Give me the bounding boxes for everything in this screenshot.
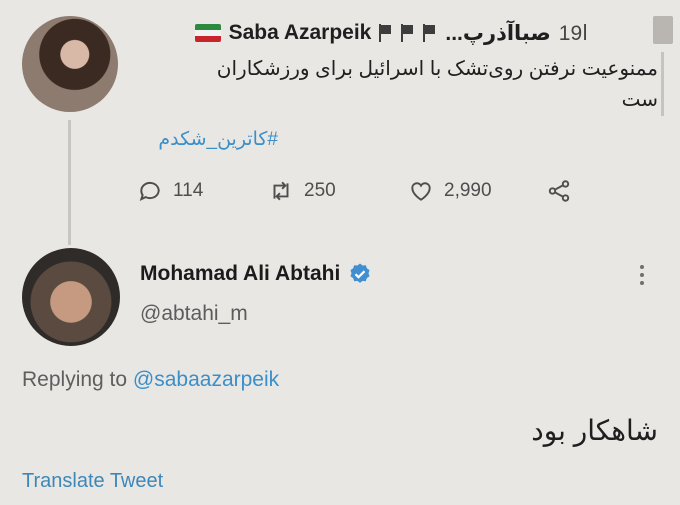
translate-tweet-link[interactable]: Translate Tweet — [22, 470, 163, 493]
more-icon[interactable] — [640, 265, 646, 285]
like-action[interactable]: 2,990 — [408, 176, 492, 206]
replying-prefix: Replying to — [22, 368, 128, 391]
tweet1-rank: 19ا — [558, 21, 588, 45]
reply-icon — [139, 181, 160, 201]
tweet1-text: ممنوعیت نرفتن روی‌تشک با اسرائیل برای ور… — [138, 54, 658, 116]
tweet2-author[interactable]: Mohamad Ali Abtahi — [140, 262, 372, 286]
replying-mention[interactable]: @sabaazarpeik — [133, 368, 279, 391]
tweet1-persian-name: صباآذرپ... — [445, 21, 551, 45]
retweet-icon — [273, 181, 289, 201]
share-action[interactable] — [546, 176, 572, 206]
retweet-count: 250 — [304, 180, 336, 201]
verified-icon — [350, 263, 370, 283]
tweet1-line1: ممنوعیت نرفتن روی‌تشک با اسرائیل برای ور… — [216, 58, 658, 80]
tweet1-header: Saba Azarpeik صباآذرپ... 19ا — [194, 20, 588, 46]
retweet-action[interactable]: 250 — [268, 176, 336, 206]
pennant-icon — [401, 24, 415, 42]
tweet1-display-name[interactable]: Saba Azarpeik — [229, 21, 372, 45]
avatar-saba[interactable] — [22, 16, 118, 112]
like-count: 2,990 — [444, 180, 492, 201]
tweet1-line2: ست — [621, 89, 658, 111]
iran-flag-icon — [194, 24, 221, 42]
pennant-icon — [423, 24, 437, 42]
tweet2-handle[interactable]: @abtahi_m — [140, 302, 248, 326]
replying-to: Replying to @sabaazarpeik — [22, 368, 279, 392]
pennant-icon — [379, 24, 393, 42]
tweet2-text: شاهکار بود — [531, 415, 658, 446]
reply-action[interactable]: 114 — [137, 176, 203, 206]
tweet2-display-name[interactable]: Mohamad Ali Abtahi — [140, 262, 340, 286]
reply-count: 114 — [173, 180, 204, 201]
like-icon — [411, 182, 431, 201]
tweet1-hashtag[interactable]: #کاترین_شکدم — [158, 128, 278, 151]
thread-connector — [68, 120, 71, 245]
watermark-logo — [653, 16, 673, 116]
avatar-abtahi[interactable] — [22, 248, 120, 346]
share-icon — [548, 180, 570, 202]
